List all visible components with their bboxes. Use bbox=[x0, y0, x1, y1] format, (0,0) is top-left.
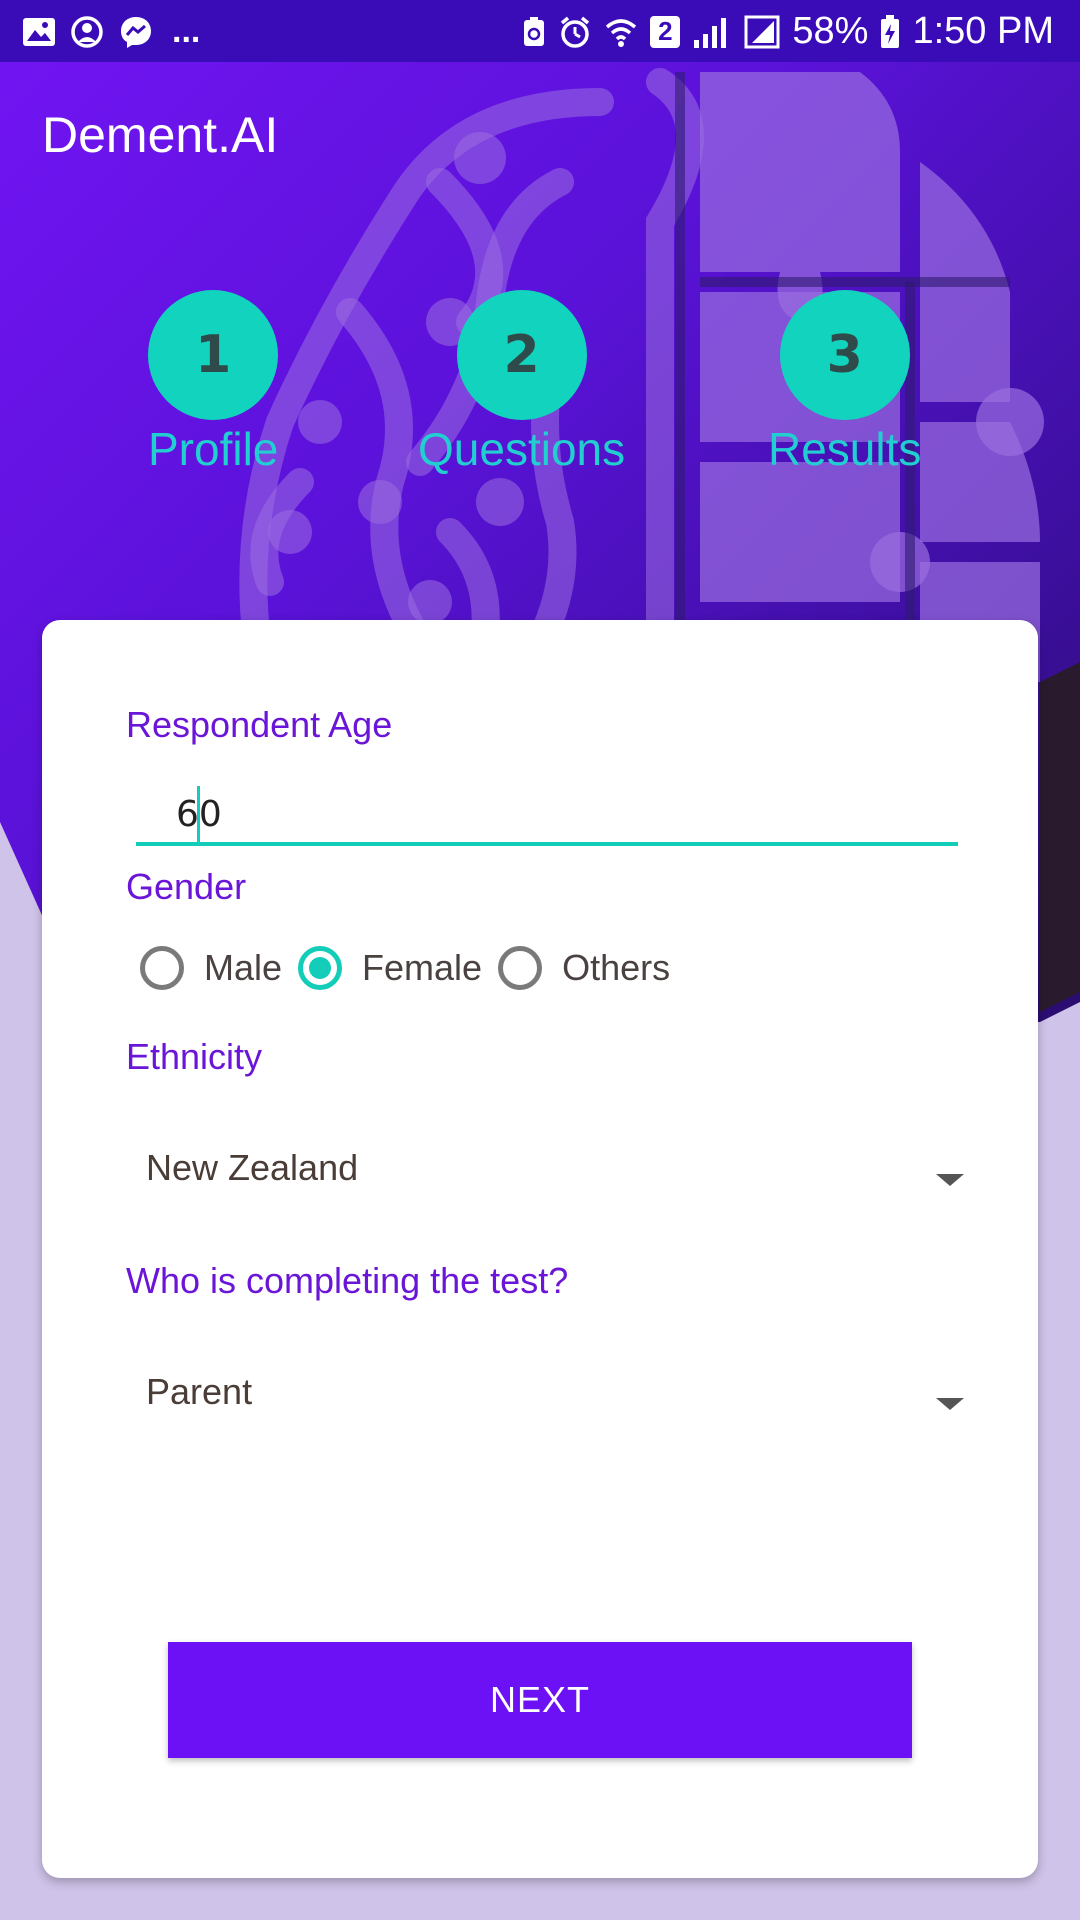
completer-label: Who is completing the test? bbox=[126, 1260, 569, 1301]
step-number: 1 bbox=[148, 290, 279, 420]
radio-label: Male bbox=[204, 947, 283, 988]
radio-label: Female bbox=[362, 947, 483, 988]
dropdown-arrow-icon bbox=[936, 1174, 964, 1186]
status-bar: ... 2 58% 1:50 PM bbox=[0, 0, 1080, 62]
radio-button[interactable] bbox=[498, 946, 543, 990]
battery-percent: 58% bbox=[792, 10, 869, 52]
ethnicity-label: Ethnicity bbox=[126, 1036, 263, 1077]
radio-dot bbox=[309, 957, 332, 979]
radio-label: Others bbox=[562, 947, 671, 988]
wifi-icon bbox=[604, 15, 638, 49]
radio-button[interactable] bbox=[140, 946, 184, 990]
completer-dropdown[interactable]: Parent bbox=[146, 1352, 964, 1432]
status-left-icons: ... bbox=[22, 12, 200, 51]
step-results[interactable]: 3 Results bbox=[768, 290, 921, 476]
age-input[interactable] bbox=[136, 786, 958, 846]
ethnicity-dropdown[interactable]: New Zealand bbox=[146, 1128, 964, 1208]
sim-badge: 2 bbox=[650, 15, 681, 48]
status-right-icons: 2 58% 1:50 PM bbox=[522, 10, 1054, 53]
next-button[interactable]: NEXT bbox=[168, 1642, 912, 1758]
gender-radio-group: Male Female Others bbox=[140, 946, 686, 990]
radio-button-checked[interactable] bbox=[298, 946, 343, 990]
signal-icon-2 bbox=[744, 15, 780, 49]
profile-form-card: Respondent Age Gender Male Female Others… bbox=[42, 620, 1038, 1878]
gender-label: Gender bbox=[126, 866, 247, 907]
step-label: Questions bbox=[418, 423, 626, 475]
radio-others[interactable]: Others bbox=[498, 946, 670, 990]
radio-female[interactable]: Female bbox=[298, 946, 482, 990]
messenger-icon bbox=[118, 14, 154, 50]
completer-value: Parent bbox=[146, 1371, 253, 1412]
step-number: 3 bbox=[779, 290, 910, 420]
recycle-icon bbox=[522, 16, 546, 48]
step-questions[interactable]: 2 Questions bbox=[418, 290, 625, 476]
ethnicity-value: New Zealand bbox=[146, 1147, 359, 1188]
clock-time: 1:50 PM bbox=[912, 10, 1054, 52]
step-number: 2 bbox=[456, 290, 587, 420]
radio-male[interactable]: Male bbox=[140, 946, 282, 990]
image-icon bbox=[22, 17, 56, 47]
signal-icon bbox=[692, 16, 732, 48]
step-profile[interactable]: 1 Profile bbox=[148, 290, 278, 476]
step-label: Results bbox=[768, 423, 922, 475]
age-label: Respondent Age bbox=[126, 704, 393, 745]
text-cursor bbox=[197, 786, 200, 842]
app-title: Dement.AI bbox=[42, 107, 279, 163]
battery-charging-icon bbox=[880, 14, 900, 49]
step-label: Profile bbox=[148, 423, 279, 475]
overflow-indicator: ... bbox=[172, 12, 201, 50]
dropdown-arrow-icon bbox=[936, 1398, 964, 1410]
account-circle-icon bbox=[70, 15, 104, 49]
alarm-icon bbox=[558, 15, 592, 49]
